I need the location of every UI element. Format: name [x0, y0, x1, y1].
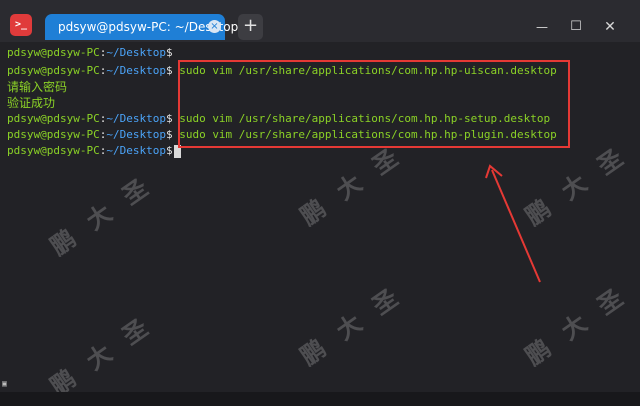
- maximize-button[interactable]: ☐: [562, 14, 590, 40]
- prompt-user: pdsyw@pdsyw-PC: [7, 64, 100, 77]
- watermark: 鹏大圣: [520, 272, 640, 371]
- annotation-highlight-box: [178, 60, 570, 148]
- close-button[interactable]: ✕: [596, 14, 624, 40]
- bottom-strip: [0, 392, 640, 406]
- arrow-head: [485, 164, 503, 179]
- prompt-user: pdsyw@pdsyw-PC: [7, 128, 100, 141]
- prompt-user: pdsyw@pdsyw-PC: [7, 144, 100, 157]
- watermark: 鹏大圣: [45, 162, 170, 261]
- tab-close-icon[interactable]: ×: [208, 20, 221, 33]
- prompt-line: pdsyw@pdsyw-PC:~/Desktop$: [7, 143, 181, 159]
- prompt-path: ~/Desktop: [106, 144, 166, 157]
- prompt-sign: $: [165, 128, 173, 141]
- prompt-path: ~/Desktop: [106, 46, 166, 59]
- prompt-user: pdsyw@pdsyw-PC: [7, 46, 100, 59]
- output-line: 验证成功: [7, 96, 56, 110]
- prompt-path: ~/Desktop: [106, 128, 166, 141]
- watermark: 鹏大圣: [295, 272, 420, 371]
- terminal-app-icon[interactable]: >_: [10, 14, 32, 36]
- prompt-sign: $: [165, 64, 173, 77]
- new-tab-button[interactable]: +: [238, 14, 263, 40]
- titlebar: >_ pdsyw@pdsyw-PC: ~/Desktop × + — ☐ ✕: [0, 0, 640, 42]
- terminal-window: >_ pdsyw@pdsyw-PC: ~/Desktop × + — ☐ ✕ 鹏…: [0, 0, 640, 406]
- prompt-path: ~/Desktop: [106, 112, 166, 125]
- prompt-line: pdsyw@pdsyw-PC:~/Desktop$: [7, 45, 173, 61]
- output-line: 请输入密码: [7, 80, 68, 94]
- watermark: 鹏大圣: [45, 302, 170, 401]
- prompt-path: ~/Desktop: [106, 64, 166, 77]
- terminal-output[interactable]: 鹏大圣 鹏大圣 鹏大圣 鹏大圣 鹏大圣 鹏大圣 pdsyw@pdsyw-PC:~…: [0, 42, 640, 406]
- minimize-button[interactable]: —: [528, 14, 556, 40]
- prompt-user: pdsyw@pdsyw-PC: [7, 112, 100, 125]
- terminal-status-icon: ▣: [2, 379, 7, 388]
- tab-terminal-desktop[interactable]: pdsyw@pdsyw-PC: ~/Desktop ×: [45, 14, 238, 40]
- prompt-sign: $: [165, 46, 173, 59]
- prompt-sign: $: [165, 112, 173, 125]
- prompt-sign: $: [165, 144, 173, 157]
